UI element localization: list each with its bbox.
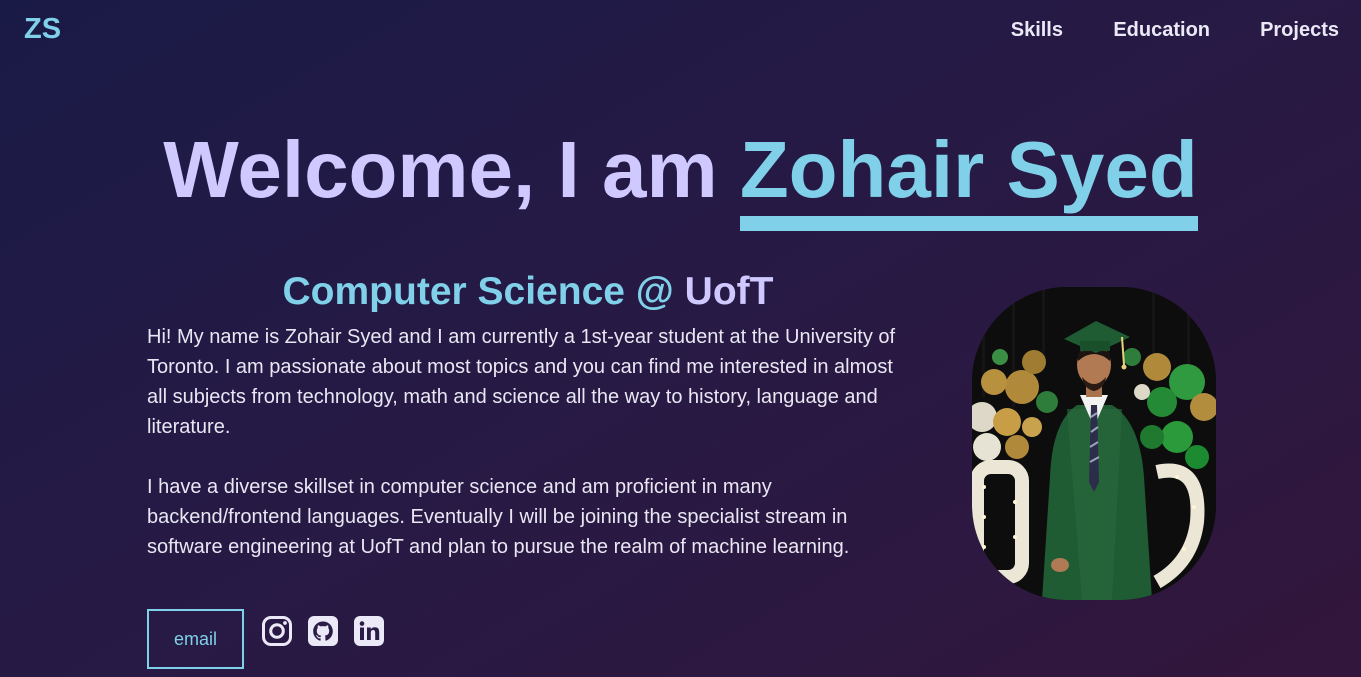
hero-heading: Welcome, I am Zohair Syed: [0, 124, 1361, 231]
linkedin-link[interactable]: [353, 615, 385, 647]
nav-skills[interactable]: Skills: [1011, 19, 1063, 42]
subtitle-school: UofT: [684, 270, 774, 313]
nav-education[interactable]: Education: [1113, 19, 1210, 42]
hero-greeting: Welcome, I am: [163, 125, 740, 214]
about-bio: Hi! My name is Zohair Syed and I am curr…: [147, 322, 907, 592]
instagram-icon: [262, 616, 292, 646]
subtitle-field: Computer Science @: [282, 270, 685, 313]
email-button[interactable]: email: [147, 609, 244, 669]
about-subtitle: Computer Science @ UofT: [147, 270, 909, 314]
nav-projects[interactable]: Projects: [1260, 19, 1339, 42]
hero-name-text: Zohair Syed: [739, 125, 1198, 214]
github-link[interactable]: [307, 615, 339, 647]
hero-name: Zohair Syed: [739, 124, 1198, 231]
logo[interactable]: ZS: [24, 13, 61, 46]
bio-paragraph-2: I have a diverse skillset in computer sc…: [147, 476, 850, 558]
instagram-link[interactable]: [261, 615, 293, 647]
github-icon: [308, 616, 338, 646]
hero-name-underline: [739, 216, 1198, 231]
linkedin-icon: [354, 616, 384, 646]
profile-photo: [972, 287, 1216, 600]
profile-photo-graphic: [972, 287, 1216, 600]
bio-paragraph-1: Hi! My name is Zohair Syed and I am curr…: [147, 326, 896, 438]
